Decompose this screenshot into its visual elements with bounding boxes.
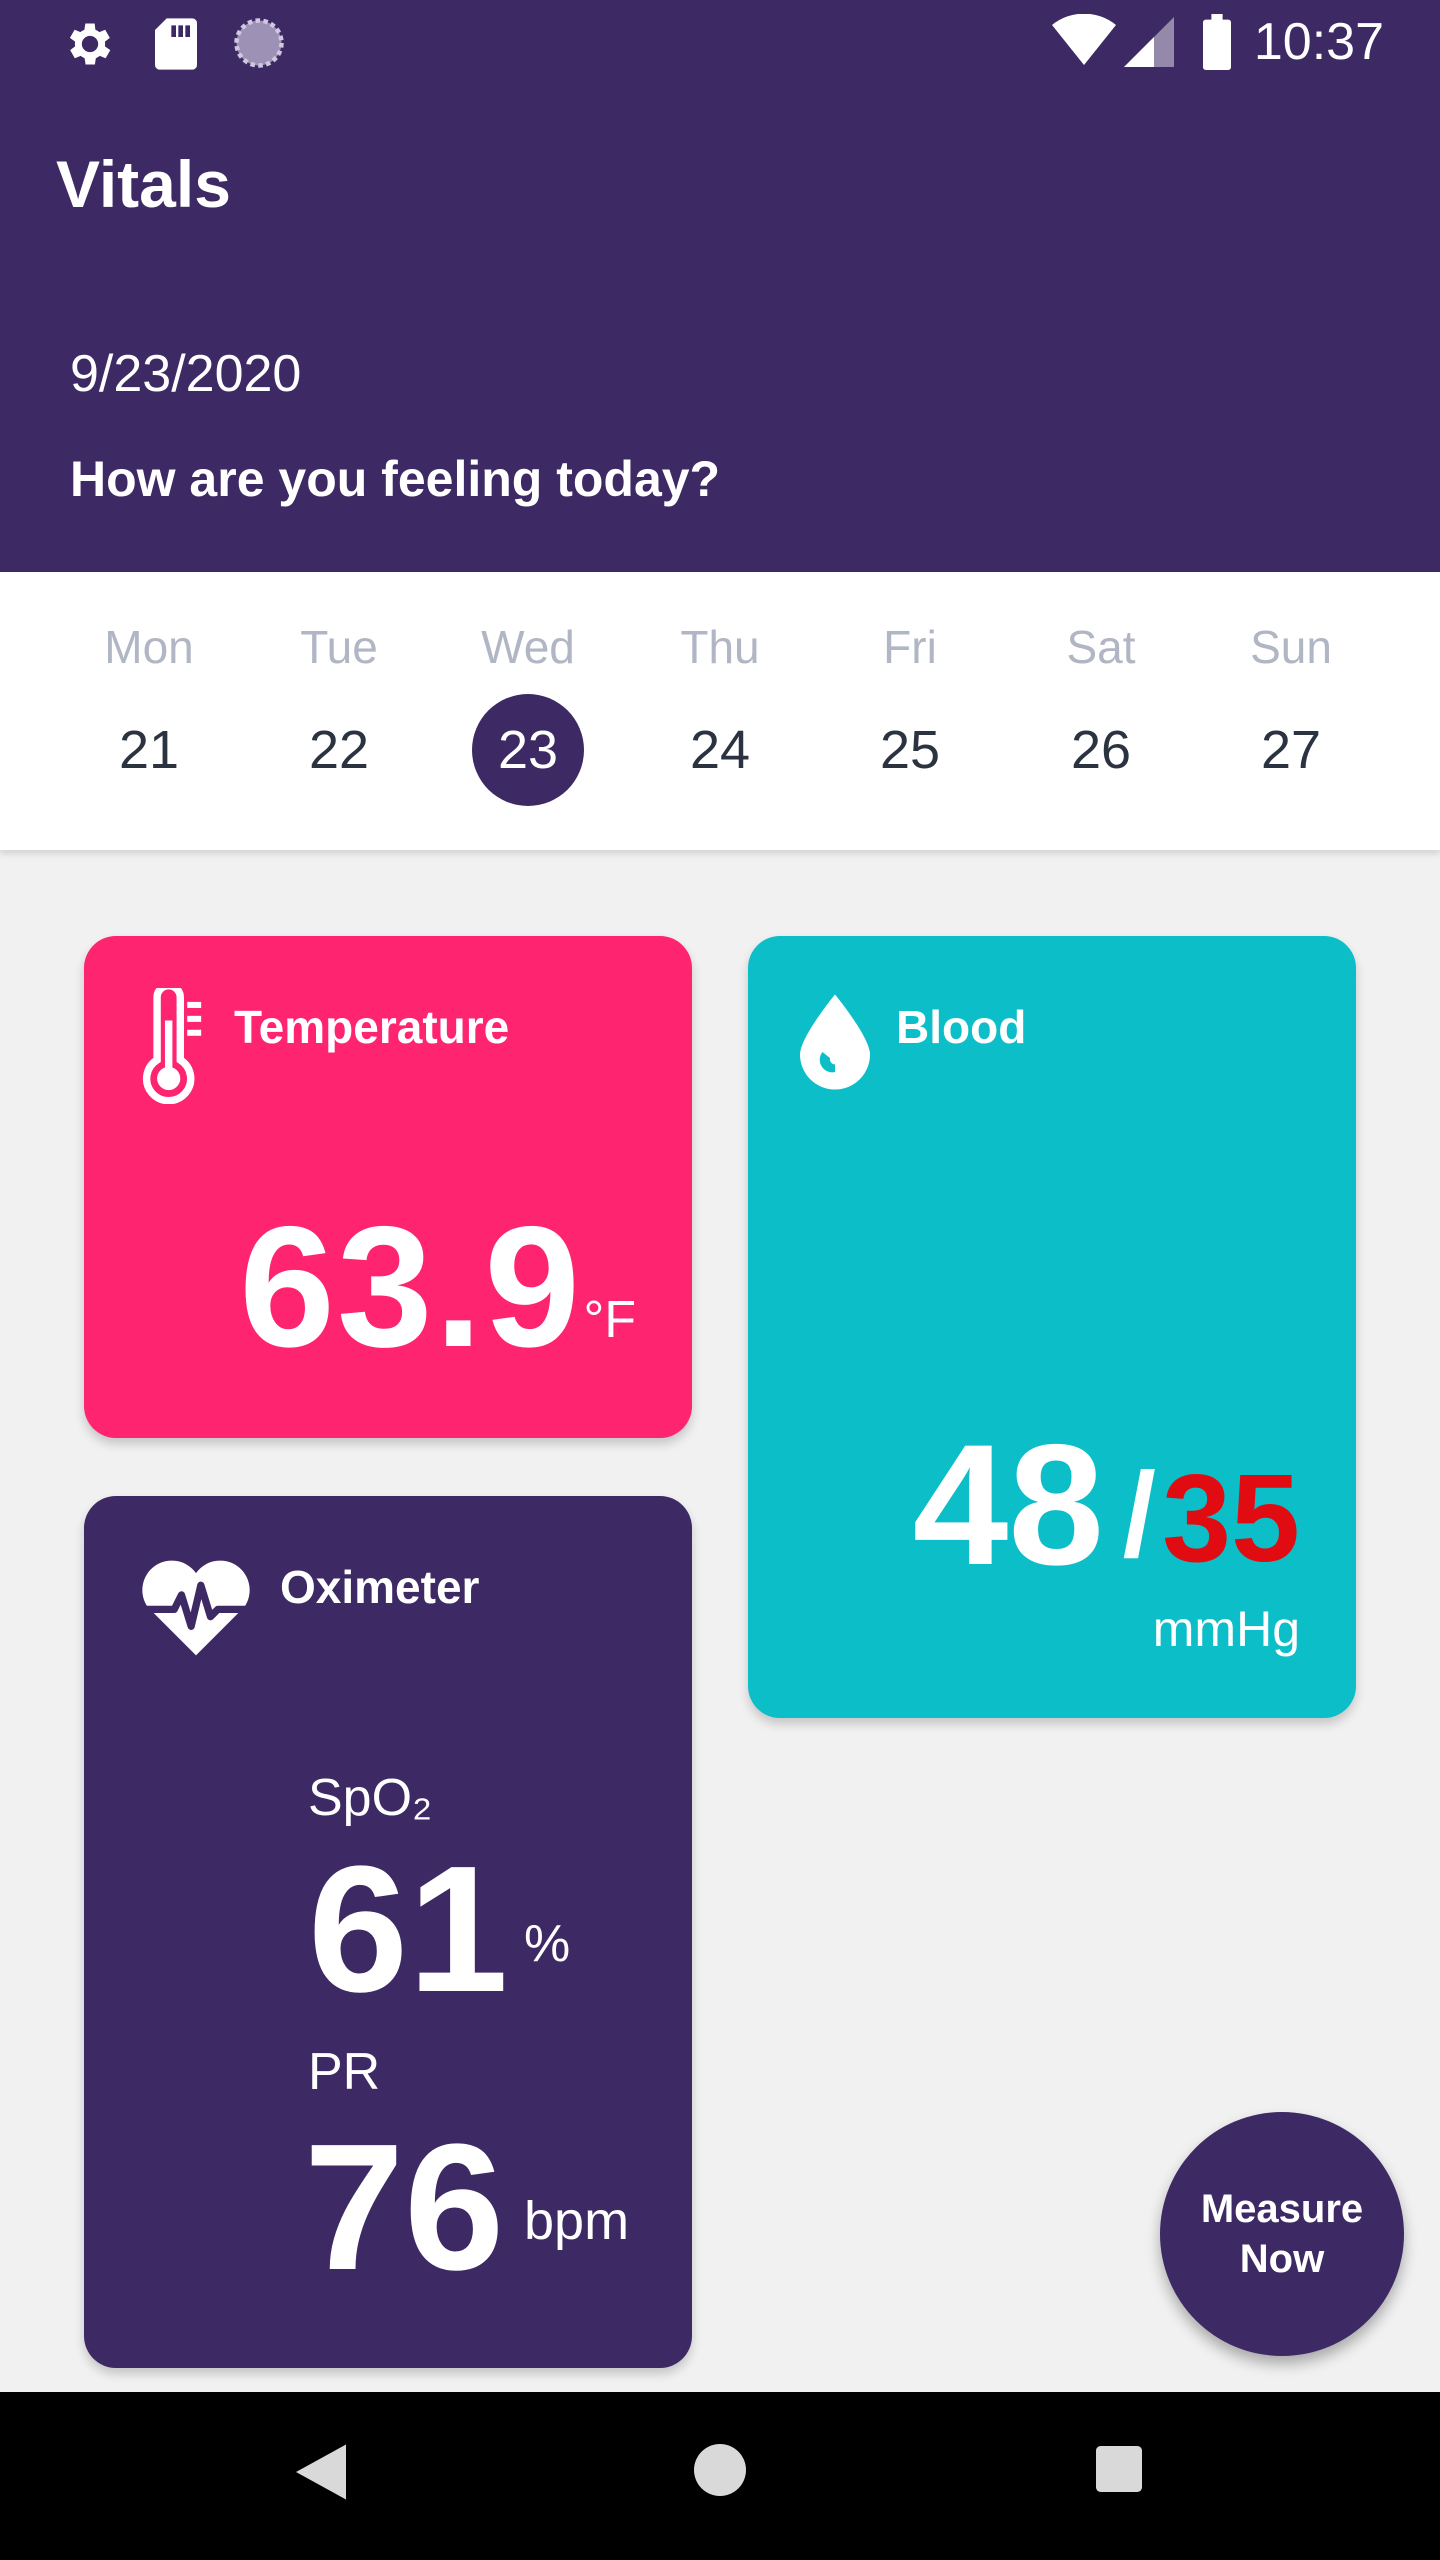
selected-day-circle: 23: [472, 694, 584, 806]
back-icon[interactable]: [296, 2444, 346, 2505]
recents-icon[interactable]: [1096, 2446, 1142, 2497]
oximeter-title: Oximeter: [280, 1561, 480, 1613]
systolic-value: 48: [912, 1409, 1104, 1601]
thermometer-icon: [136, 982, 206, 1109]
day-number: 27: [1260, 720, 1322, 780]
home-icon[interactable]: [694, 2444, 746, 2501]
day-sat[interactable]: Sat 26: [1006, 572, 1196, 850]
day-tue[interactable]: Tue 22: [244, 572, 434, 850]
temperature-title: Temperature: [234, 1001, 510, 1053]
pr-value: 76: [304, 2107, 505, 2308]
navigation-bar: [0, 2392, 1440, 2560]
blood-unit: mmHg: [1152, 1601, 1300, 1657]
status-bar: 10:37: [0, 0, 1440, 84]
drop-icon: [800, 994, 870, 1095]
spo2-value: 61: [308, 1829, 509, 2030]
gear-icon: [62, 16, 118, 77]
day-name: Sat: [1066, 621, 1136, 673]
day-number: 25: [879, 720, 941, 780]
screen: 10:37 Vitals 9/23/2020 How are you feeli…: [0, 0, 1440, 2560]
temperature-unit: °F: [583, 1291, 636, 1349]
signal-icon: [1124, 16, 1174, 73]
status-time: 10:37: [1253, 13, 1384, 71]
wifi-icon: [1052, 13, 1116, 73]
current-date: 9/23/2020: [70, 345, 302, 403]
battery-icon: [1200, 14, 1234, 75]
day-number: 24: [689, 720, 751, 780]
day-number: 23: [497, 720, 559, 780]
day-name: Fri: [883, 621, 937, 673]
day-name: Wed: [481, 621, 575, 673]
oximeter-card[interactable]: Oximeter SpO₂ 61 % PR 76 bpm: [84, 1496, 692, 2368]
pr-unit: bpm: [524, 2191, 630, 2251]
day-wed-selected[interactable]: Wed 23: [433, 572, 623, 850]
day-name: Sun: [1250, 621, 1332, 673]
bp-separator: /: [1122, 1448, 1156, 1582]
app-bar: Vitals: [0, 84, 1440, 364]
sync-circle-icon: [232, 16, 286, 75]
feeling-question: How are you feeling today?: [70, 451, 721, 507]
day-number: 26: [1070, 720, 1132, 780]
week-strip: Mon 21 Tue 22 Wed 23 Thu 24 Fri 25 Sat 2…: [0, 572, 1440, 850]
temperature-value: 63.9: [239, 1191, 582, 1383]
diastolic-value: 35: [1162, 1450, 1300, 1588]
day-number: 21: [118, 720, 180, 780]
heart-pulse-icon: [138, 1558, 254, 1661]
day-name: Mon: [104, 621, 194, 673]
date-header: 9/23/2020 How are you feeling today?: [0, 280, 1440, 572]
pr-label: PR: [308, 2043, 381, 2101]
day-sun[interactable]: Sun 27: [1196, 572, 1386, 850]
measure-now-label: Measure Now: [1182, 2184, 1382, 2284]
blood-title: Blood: [896, 1001, 1027, 1053]
measure-now-line1: Measure: [1200, 2187, 1364, 2231]
spo2-unit: %: [524, 1915, 571, 1973]
measure-now-line2: Now: [1239, 2237, 1325, 2281]
day-number: 22: [308, 720, 370, 780]
page-title: Vitals: [56, 147, 231, 221]
temperature-card[interactable]: Temperature 63.9 °F: [84, 936, 692, 1438]
spo2-label: SpO₂: [308, 1769, 433, 1827]
day-thu[interactable]: Thu 24: [625, 572, 815, 850]
day-name: Thu: [680, 621, 760, 673]
sd-card-icon: [152, 16, 200, 77]
day-name: Tue: [300, 621, 378, 673]
day-fri[interactable]: Fri 25: [815, 572, 1005, 850]
measure-now-button[interactable]: Measure Now: [1160, 2112, 1404, 2356]
blood-card[interactable]: Blood 48 / 35 mmHg: [748, 936, 1356, 1718]
day-mon[interactable]: Mon 21: [54, 572, 244, 850]
